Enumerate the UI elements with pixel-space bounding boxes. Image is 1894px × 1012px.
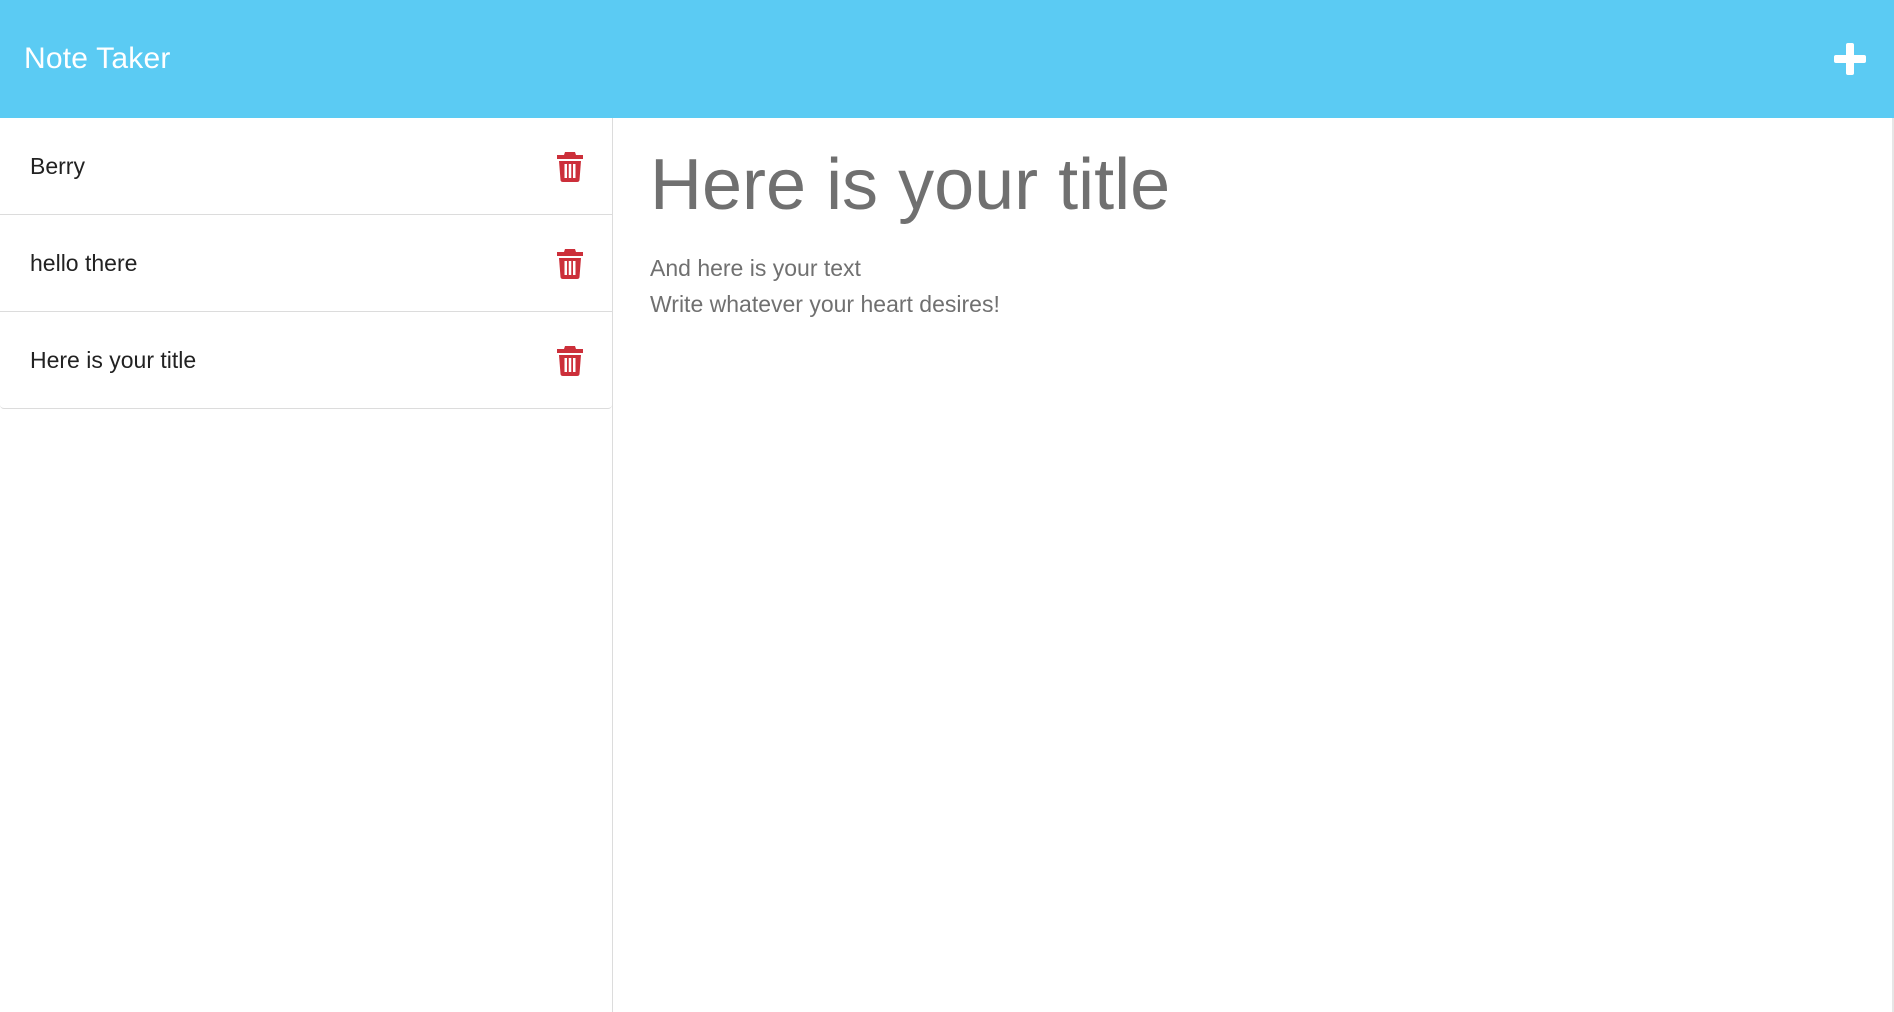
note-list: Berry hello there Here is your title	[0, 118, 612, 409]
note-text-area[interactable]	[650, 250, 1858, 951]
trash-icon	[557, 249, 583, 279]
navbar: Note Taker	[0, 0, 1894, 118]
list-item[interactable]: Here is your title	[0, 312, 612, 409]
trash-icon	[557, 346, 583, 376]
delete-note-button[interactable]	[556, 344, 584, 376]
delete-note-button[interactable]	[556, 150, 584, 182]
app-title[interactable]: Note Taker	[24, 42, 171, 76]
note-title[interactable]: hello there	[30, 250, 137, 277]
note-title[interactable]: Berry	[30, 153, 85, 180]
list-item[interactable]: Berry	[0, 118, 612, 215]
plus-icon	[1834, 43, 1866, 75]
trash-icon	[557, 152, 583, 182]
delete-note-button[interactable]	[556, 247, 584, 279]
note-title[interactable]: Here is your title	[30, 347, 196, 374]
note-editor	[614, 118, 1894, 1012]
list-item[interactable]: hello there	[0, 215, 612, 312]
note-title-input[interactable]	[650, 142, 1858, 229]
new-note-button[interactable]	[1830, 39, 1870, 79]
sidebar: Berry hello there Here is your title	[0, 118, 613, 1012]
